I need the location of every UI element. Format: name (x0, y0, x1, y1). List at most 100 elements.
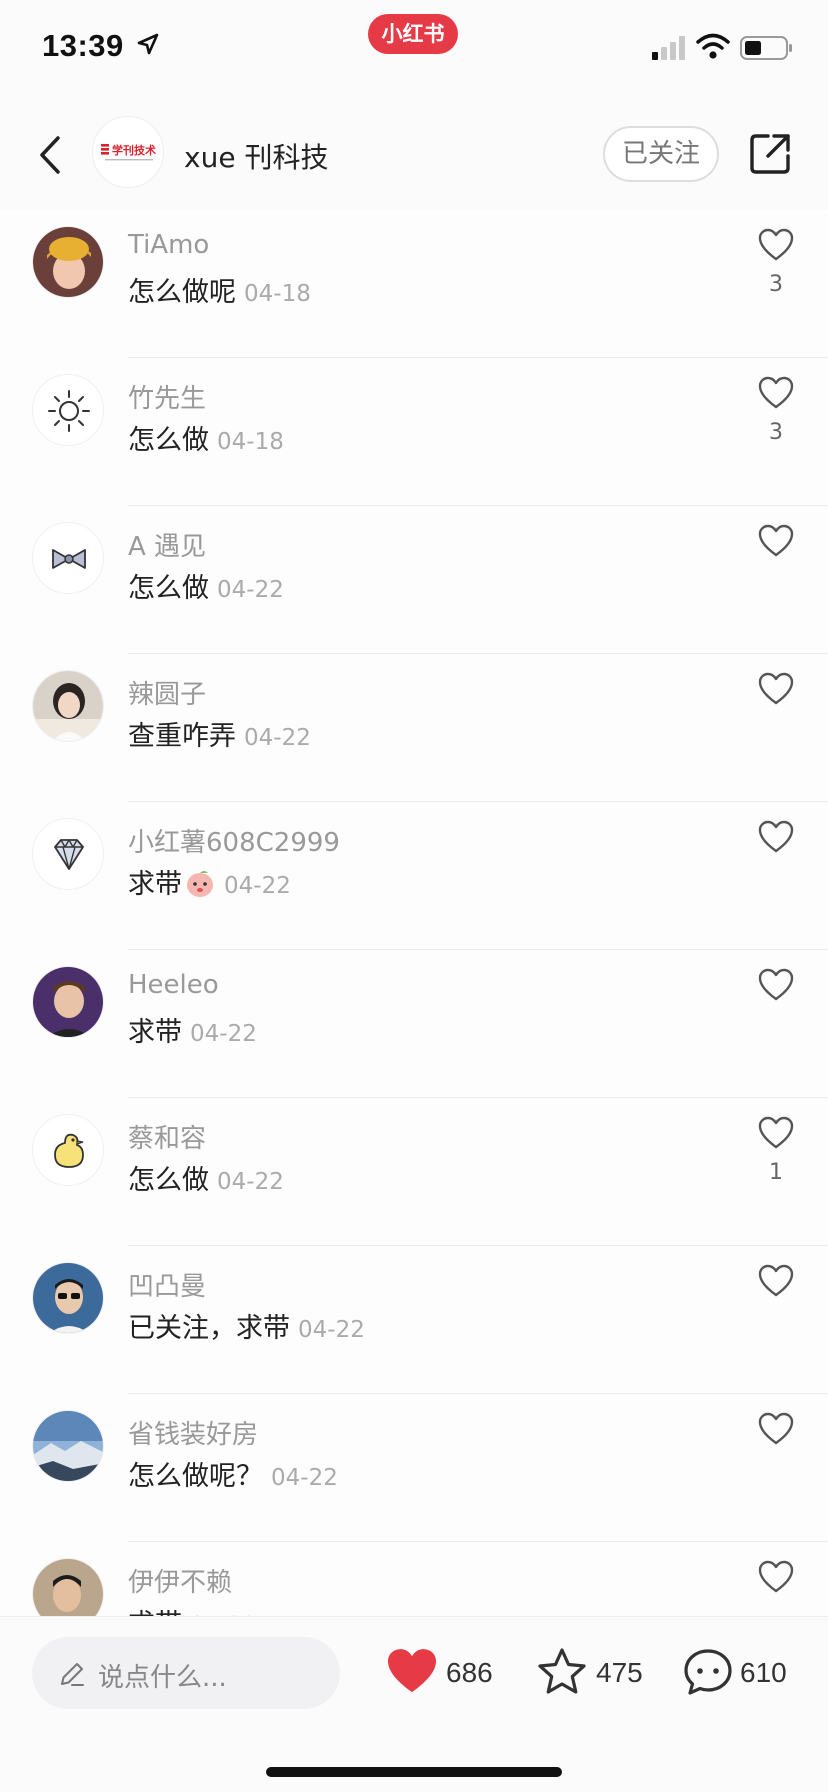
comment-text: 查重咋弄 (128, 721, 236, 752)
comment-username[interactable]: 蔡和容 (128, 1118, 206, 1155)
comment-item[interactable]: 凹凸曼 已关注，求带 04-22 (0, 1246, 828, 1394)
pencil-icon (61, 1663, 84, 1686)
heart-outline-icon[interactable] (758, 968, 794, 1002)
home-indicator[interactable] (266, 1767, 562, 1777)
comment-item[interactable]: 蔡和容 怎么做 04-22 1 (0, 1098, 828, 1246)
comment-text-line: 怎么做 04-22 (128, 1158, 284, 1197)
comment-username[interactable]: 省钱装好房 (128, 1414, 258, 1451)
comment-item[interactable]: 小红薯608C2999 求带 04-22 (0, 802, 828, 950)
heart-outline-icon[interactable] (758, 1412, 794, 1446)
bottom-action-bar: 说点什么... 686 475 610 (0, 1616, 828, 1792)
comment-date: 04-22 (244, 725, 311, 751)
location-arrow-icon (137, 33, 159, 55)
star-outline-icon (538, 1648, 586, 1694)
comment-username[interactable]: 凹凸曼 (128, 1266, 206, 1303)
comment-item[interactable]: 伊伊不赖 求带04-22 (0, 1542, 828, 1616)
comment-date: 04-22 (217, 577, 284, 603)
comment-username[interactable]: A 遇见 (128, 526, 206, 563)
avatar[interactable] (32, 522, 104, 594)
heart-outline-icon[interactable] (758, 1560, 794, 1594)
comment-text-line: 怎么做呢？ 04-22 (128, 1454, 338, 1493)
comment-date: 04-22 (224, 873, 291, 899)
peach-emoji-icon (187, 871, 213, 897)
comment-text: 怎么做 (128, 1165, 209, 1196)
heart-outline-icon[interactable] (758, 228, 794, 262)
avatar[interactable] (32, 1114, 104, 1186)
comment-text-line: 求带04-22 (128, 1010, 257, 1049)
profile-logo-graphic: 学刊技术 (101, 143, 156, 161)
profile-logo-text: 学刊技术 (112, 143, 156, 157)
comment-text: 怎么做呢 (128, 277, 236, 308)
avatar[interactable] (32, 670, 104, 742)
like-button[interactable]: 686 (386, 1647, 506, 1699)
comment-text-line: 怎么做呢 04-18 (128, 270, 311, 309)
sun-avatar-icon (33, 375, 103, 445)
heart-outline-icon[interactable] (758, 672, 794, 706)
comment-list[interactable]: TiAmo 怎么做呢 04-18 3 竹先生 怎么做 04-18 3 A 遇见 … (0, 210, 828, 1616)
comment-username[interactable]: TiAmo (128, 230, 209, 260)
app-badge: 小红书 (368, 14, 458, 54)
comment-username[interactable]: 竹先生 (128, 378, 206, 415)
heart-outline-icon[interactable] (758, 376, 794, 410)
comment-text: 怎么做 (128, 425, 209, 456)
heart-outline-icon[interactable] (758, 524, 794, 558)
comment-text: 求带 (128, 1017, 182, 1048)
heart-outline-icon[interactable] (758, 1116, 794, 1150)
man-photo-avatar (33, 1559, 103, 1616)
girl-photo-avatar (33, 671, 103, 741)
avatar[interactable] (32, 818, 104, 890)
share-icon[interactable] (748, 132, 792, 176)
comment-username[interactable]: 辣圆子 (128, 674, 206, 711)
comment-text: 怎么做呢？ (128, 1461, 263, 1492)
comment-text-line: 求带04-22 (128, 1602, 257, 1616)
profile-logo[interactable]: 学刊技术 (92, 116, 164, 188)
comment-date: 04-18 (244, 281, 311, 307)
avatar[interactable] (32, 966, 104, 1038)
heart-outline-icon[interactable] (758, 820, 794, 854)
comment-item[interactable]: A 遇见 怎么做 04-22 (0, 506, 828, 654)
comment-username[interactable]: 小红薯608C2999 (128, 822, 340, 859)
heart-outline-icon[interactable] (758, 1264, 794, 1298)
comment-text: 怎么做 (128, 573, 209, 604)
comment-date: 04-22 (217, 1169, 284, 1195)
avatar[interactable] (32, 1262, 104, 1334)
comment-username[interactable]: Heeleo (128, 970, 219, 1000)
cellular-signal-icon (652, 36, 685, 60)
profile-name[interactable]: xue 刊科技 (184, 136, 328, 176)
collect-count: 475 (596, 1657, 643, 1688)
sunglasses-photo-avatar (33, 1263, 103, 1333)
avatar[interactable] (32, 226, 104, 298)
follow-button[interactable]: 已关注 (603, 126, 719, 182)
avatar[interactable] (32, 374, 104, 446)
comment-text-line: 已关注，求带 04-22 (128, 1306, 365, 1345)
avatar[interactable] (32, 1558, 104, 1616)
comment-button[interactable]: 610 (682, 1647, 812, 1699)
comment-bubble-icon (684, 1649, 732, 1695)
avatar[interactable] (32, 1410, 104, 1482)
child-photo-avatar (33, 967, 103, 1037)
comment-date: 04-22 (298, 1317, 365, 1343)
comment-item[interactable]: TiAmo 怎么做呢 04-18 3 (0, 210, 828, 358)
landscape-photo-avatar (33, 1411, 103, 1481)
comment-text-line: 怎么做 04-18 (128, 418, 284, 457)
back-arrow-icon[interactable] (30, 130, 70, 180)
comment-item[interactable]: Heeleo 求带 04-22 (0, 950, 828, 1098)
comment-item[interactable]: 竹先生 怎么做 04-18 3 (0, 358, 828, 506)
like-count: 686 (446, 1657, 493, 1688)
collect-button[interactable]: 475 (536, 1647, 656, 1699)
comment-date: 04-22 (271, 1465, 338, 1491)
comment-item[interactable]: 辣圆子 查重咋弄 04-22 (0, 654, 828, 802)
status-bar: 13:39 小红书 (0, 0, 828, 100)
wifi-icon (696, 33, 730, 59)
comment-like-count: 1 (769, 1160, 783, 1185)
comment-username[interactable]: 伊伊不赖 (128, 1562, 232, 1599)
comment-input[interactable]: 说点什么... (32, 1637, 340, 1709)
profile-header: 学刊技术 xue 刊科技 已关注 (0, 100, 828, 210)
comment-item[interactable]: 省钱装好房 怎么做呢？ 04-22 (0, 1394, 828, 1542)
comment-like-count: 3 (769, 272, 783, 297)
comment-like-count: 3 (769, 420, 783, 445)
comment-text-line: 怎么做 04-22 (128, 566, 284, 605)
status-time: 13:39 (42, 28, 124, 63)
comment-text-line: 查重咋弄 04-22 (128, 714, 311, 753)
heart-filled-icon (388, 1649, 436, 1693)
